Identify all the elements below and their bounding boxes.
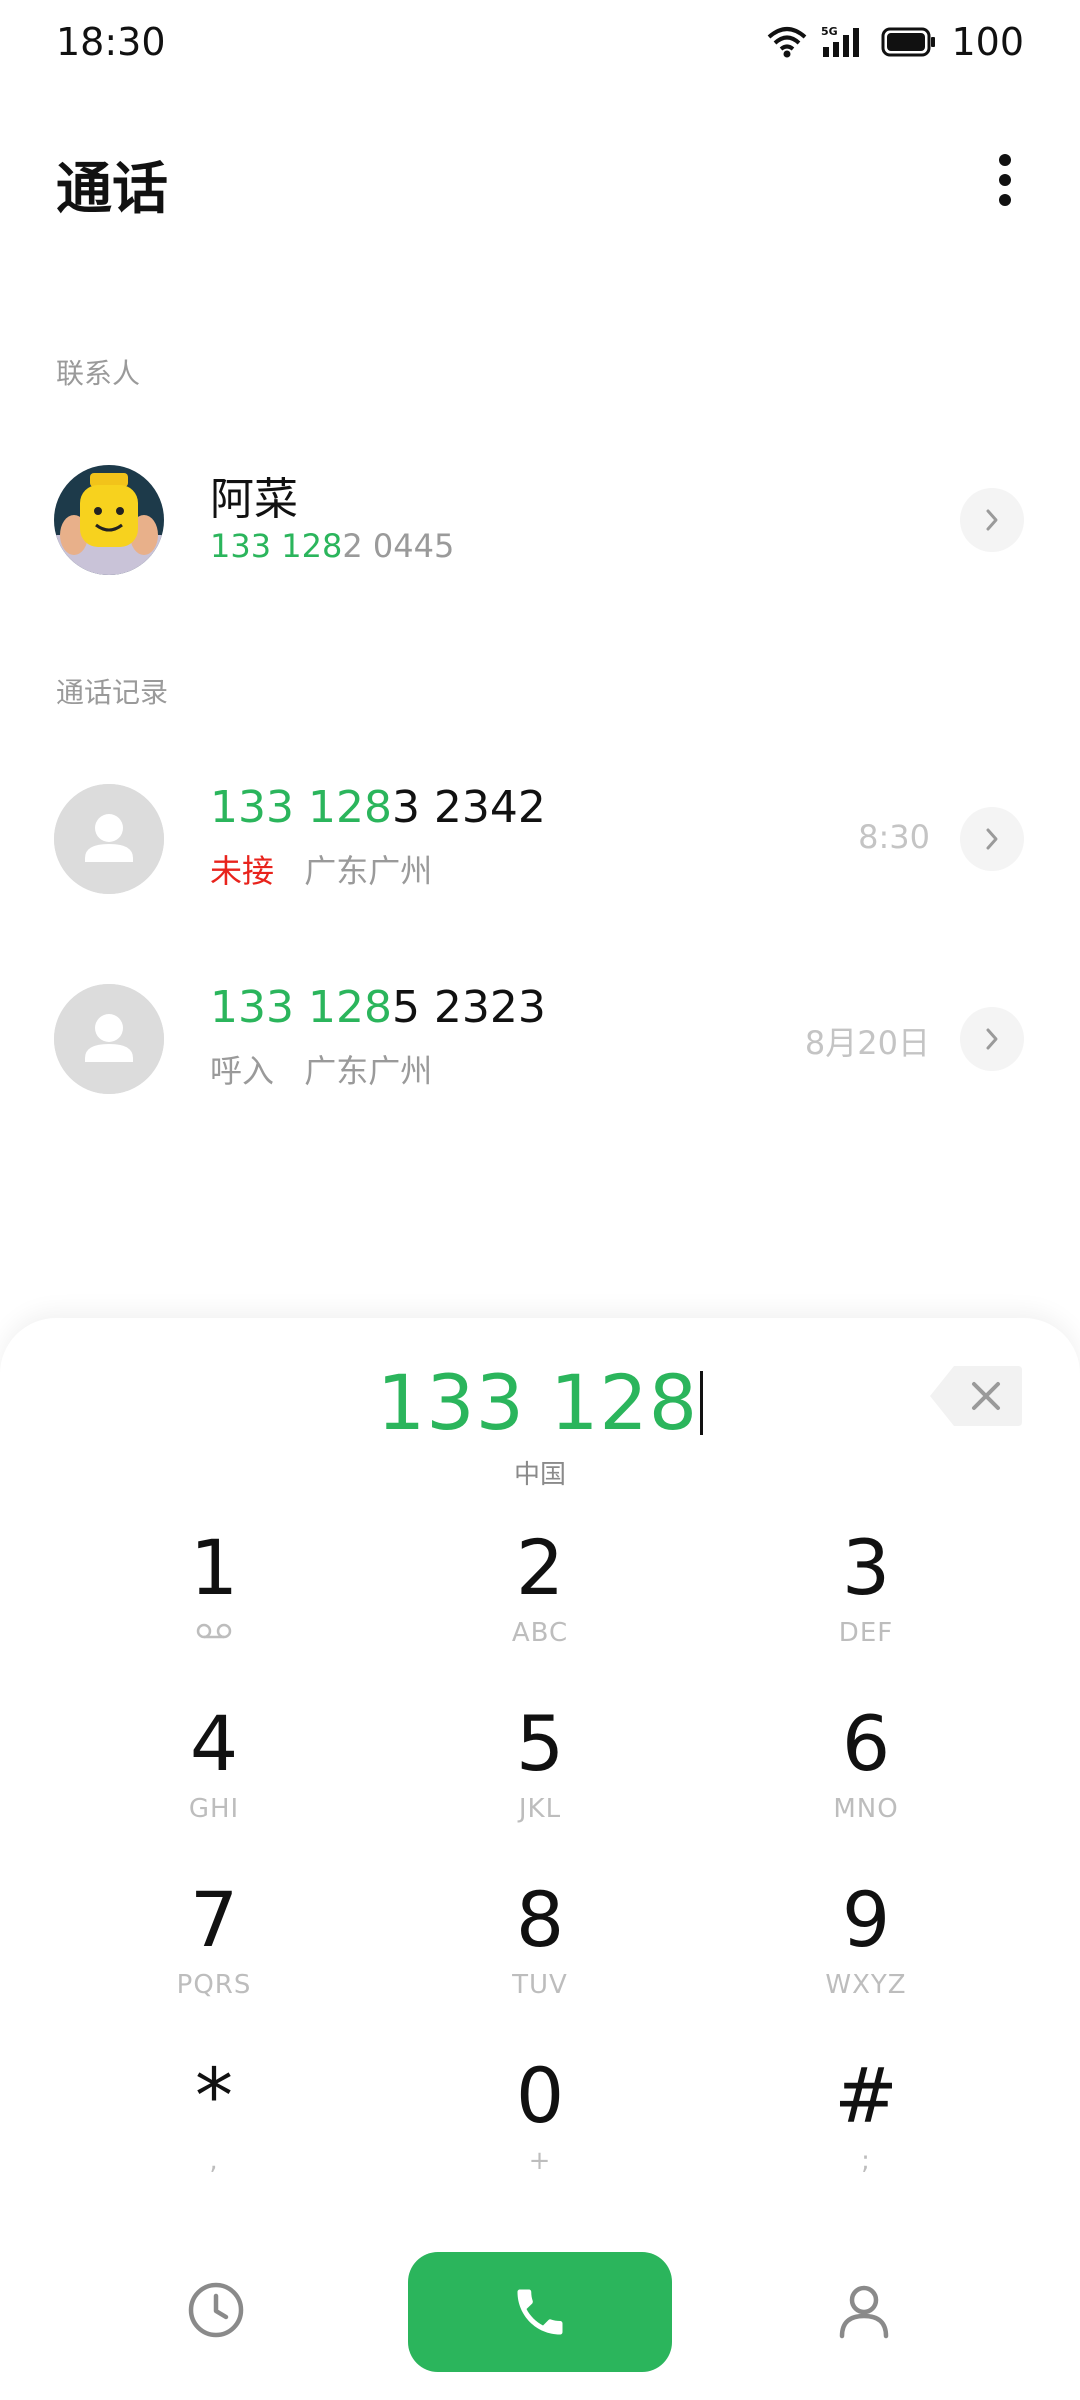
status-icons: 5G 100 bbox=[767, 18, 1024, 66]
recent-calls-button[interactable] bbox=[184, 2278, 248, 2342]
dialer-action-bar bbox=[0, 2248, 1080, 2372]
call-number: 133 1285 2323 bbox=[210, 982, 546, 1033]
number-match-highlight: 133 128 bbox=[210, 982, 392, 1033]
backspace-icon bbox=[930, 1366, 1022, 1426]
call-log-section-label: 通话记录 bbox=[56, 676, 169, 709]
key-letters: JKL bbox=[518, 1794, 562, 1824]
backspace-button[interactable] bbox=[928, 1364, 1024, 1428]
contacts-button[interactable] bbox=[832, 2278, 896, 2342]
key-digit: # bbox=[834, 2051, 898, 2140]
app-header: 通话 bbox=[0, 130, 1080, 230]
call-type-incoming: 呼入 bbox=[210, 1052, 275, 1090]
contact-avatar bbox=[54, 465, 164, 575]
number-rest: 2 0445 bbox=[342, 527, 455, 565]
key-letters: , bbox=[209, 2146, 219, 2176]
call-number: 133 1283 2342 bbox=[210, 782, 546, 833]
default-avatar bbox=[54, 984, 164, 1094]
key-letters: WXYZ bbox=[825, 1970, 907, 2000]
signal-5g-icon: 5G bbox=[821, 25, 860, 57]
contact-name: 阿菜 bbox=[210, 474, 298, 525]
key-digit: 2 bbox=[515, 1523, 565, 1612]
phone-icon bbox=[517, 2289, 563, 2335]
key-digit: 0 bbox=[515, 2051, 565, 2140]
key-digit: 5 bbox=[515, 1699, 565, 1788]
key-letters: ; bbox=[861, 2146, 871, 2176]
call-location: 广东广州 bbox=[304, 1052, 433, 1090]
key-letters: DEF bbox=[838, 1618, 894, 1648]
key-4[interactable]: 4 GHI bbox=[114, 1696, 314, 1846]
key-1[interactable]: 1 bbox=[114, 1520, 314, 1670]
key-letters: ABC bbox=[511, 1618, 569, 1648]
key-8[interactable]: 8 TUV bbox=[440, 1872, 640, 2022]
call-detail-button[interactable] bbox=[960, 807, 1024, 871]
default-avatar bbox=[54, 784, 164, 894]
battery-level: 100 bbox=[951, 20, 1024, 64]
key-digit: 9 bbox=[841, 1875, 891, 1964]
key-digit: 6 bbox=[841, 1699, 891, 1788]
network-type-label: 5G bbox=[821, 25, 838, 38]
chevron-right-icon bbox=[986, 1028, 998, 1050]
call-info: 呼入 广东广州 bbox=[210, 1046, 432, 1092]
dial-input[interactable]: 133 128 bbox=[0, 1358, 1080, 1447]
status-time: 18:30 bbox=[56, 20, 166, 64]
dial-input-text: 133 128 bbox=[376, 1358, 699, 1447]
call-type-missed: 未接 bbox=[210, 852, 275, 890]
call-log-item[interactable]: 133 1283 2342 未接 广东广州 8:30 bbox=[0, 774, 1080, 904]
more-vertical-icon bbox=[999, 154, 1011, 206]
number-rest: 5 2323 bbox=[391, 982, 546, 1033]
status-bar: 18:30 5G 100 bbox=[0, 0, 1080, 90]
more-options-button[interactable] bbox=[970, 140, 1040, 220]
battery-icon bbox=[881, 27, 936, 57]
contacts-section-label: 联系人 bbox=[56, 357, 141, 390]
call-time: 8月20日 bbox=[804, 1024, 930, 1062]
call-info: 未接 广东广州 bbox=[210, 846, 432, 892]
call-detail-button[interactable] bbox=[960, 1007, 1024, 1071]
number-match-highlight: 133 128 bbox=[210, 527, 343, 565]
page-title: 通话 bbox=[56, 157, 168, 222]
key-2[interactable]: 2 ABC bbox=[440, 1520, 640, 1670]
chevron-right-icon bbox=[986, 509, 998, 531]
voicemail-icon bbox=[114, 1616, 314, 1650]
key-5[interactable]: 5 JKL bbox=[440, 1696, 640, 1846]
person-icon bbox=[839, 2285, 889, 2339]
contact-item[interactable]: 阿菜 133 1282 0445 bbox=[0, 455, 1080, 585]
key-letters: TUV bbox=[512, 1970, 568, 2000]
key-letters: MNO bbox=[833, 1794, 899, 1824]
number-match-highlight: 133 128 bbox=[210, 782, 392, 833]
key-0[interactable]: 0 + bbox=[440, 2048, 640, 2198]
call-location: 广东广州 bbox=[304, 852, 433, 890]
key-letters: GHI bbox=[188, 1794, 240, 1824]
key-digit: 8 bbox=[515, 1875, 565, 1964]
key-letters: PQRS bbox=[176, 1970, 252, 2000]
call-time: 8:30 bbox=[858, 818, 930, 856]
key-9[interactable]: 9 WXYZ bbox=[766, 1872, 966, 2022]
key-hash[interactable]: # ; bbox=[766, 2048, 966, 2198]
text-cursor bbox=[700, 1371, 704, 1435]
clock-icon bbox=[188, 2282, 244, 2338]
call-log-item[interactable]: 133 1285 2323 呼入 广东广州 8月20日 bbox=[0, 974, 1080, 1104]
key-star[interactable]: * , bbox=[114, 2048, 314, 2198]
contact-number: 133 1282 0445 bbox=[210, 527, 454, 565]
key-digit: 1 bbox=[189, 1523, 239, 1612]
key-digit: 4 bbox=[189, 1699, 239, 1788]
key-3[interactable]: 3 DEF bbox=[766, 1520, 966, 1670]
key-letters: + bbox=[528, 2146, 552, 2176]
chevron-right-icon bbox=[986, 828, 998, 850]
contact-detail-button[interactable] bbox=[960, 488, 1024, 552]
number-region: 中国 bbox=[513, 1460, 566, 1490]
key-6[interactable]: 6 MNO bbox=[766, 1696, 966, 1846]
dialpad-panel: 133 128 中国 1 2 ABC 3 DEF 4 GHI 5 JKL 6 M… bbox=[0, 1318, 1080, 2400]
key-7[interactable]: 7 PQRS bbox=[114, 1872, 314, 2022]
key-digit: * bbox=[195, 2051, 233, 2140]
call-button[interactable] bbox=[408, 2252, 672, 2372]
key-digit: 3 bbox=[841, 1523, 891, 1612]
wifi-icon bbox=[768, 27, 807, 58]
number-rest: 3 2342 bbox=[391, 782, 546, 833]
key-digit: 7 bbox=[189, 1875, 239, 1964]
